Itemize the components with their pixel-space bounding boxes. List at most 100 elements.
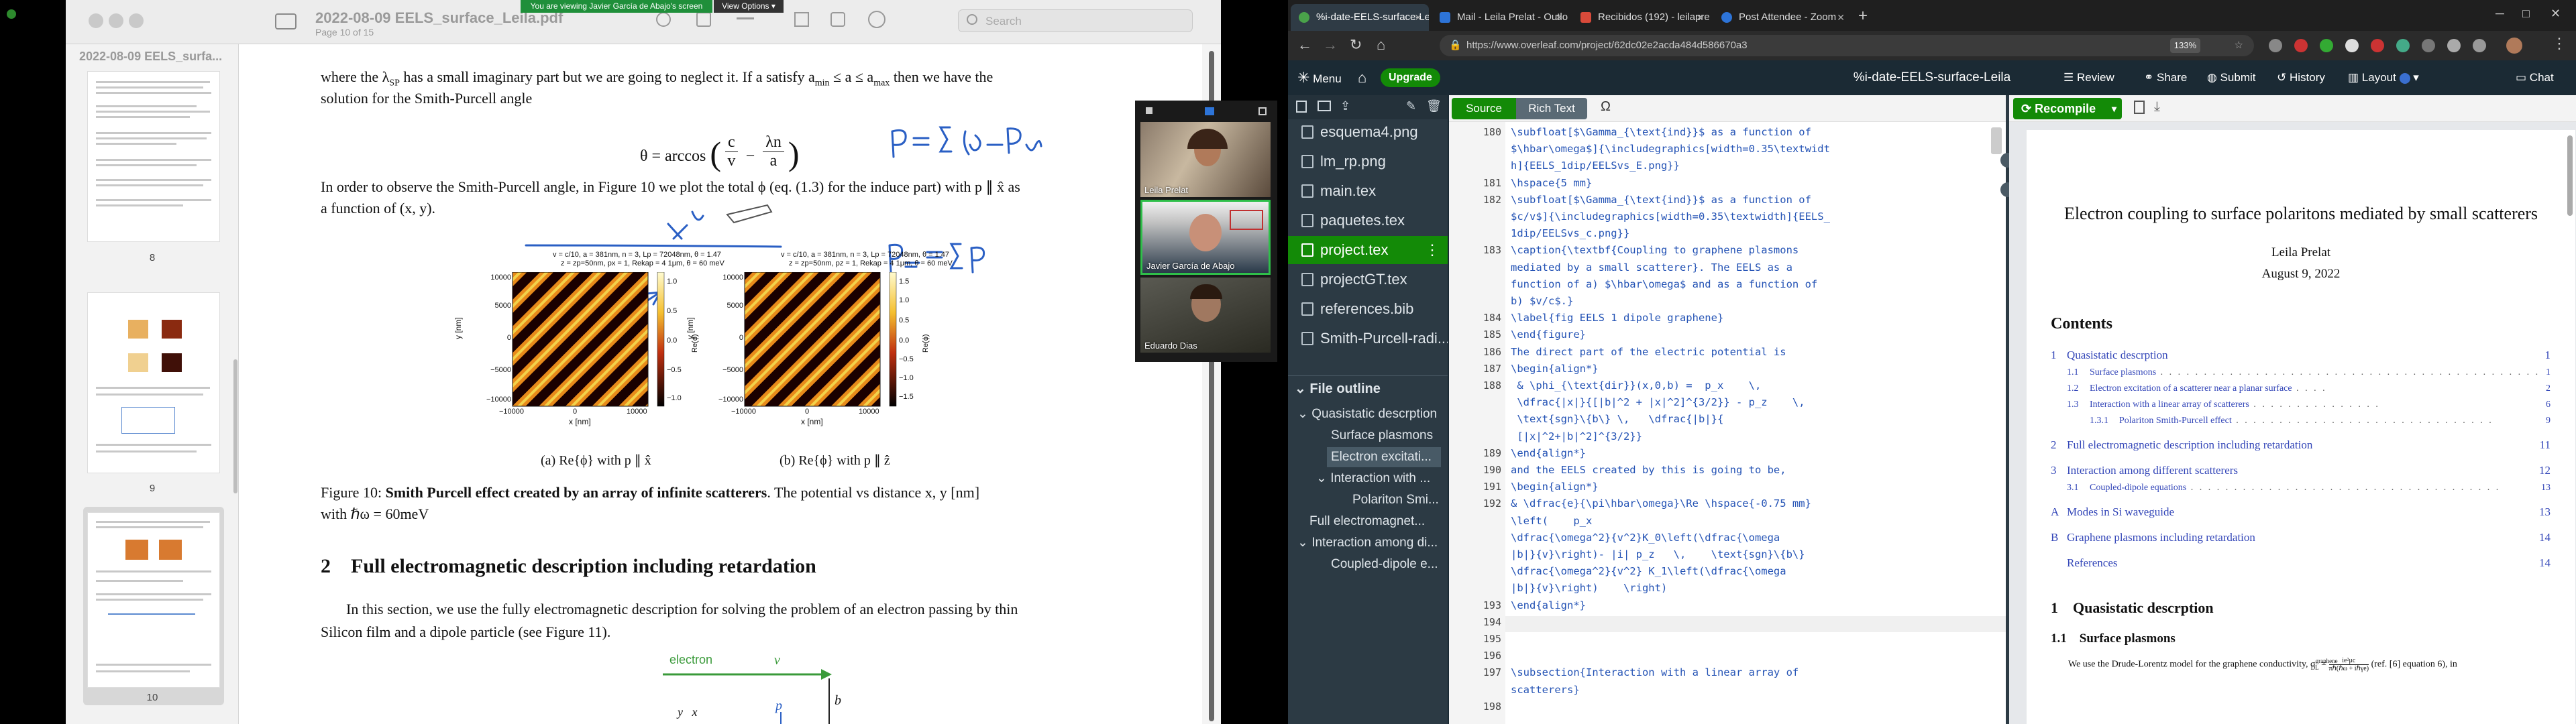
toc-entry[interactable]: A Modes in Si waveguide 13 [2051,505,2551,519]
participant-video-javier[interactable]: Javier García de Abajo [1140,200,1271,275]
view-logs-icon[interactable] [2134,101,2145,114]
toc-entry[interactable]: 1.2 Electron excitation of a scatterer ne… [2051,383,2551,394]
download-pdf-icon[interactable]: ⤓ [2154,99,2160,115]
participant-video-eduardo[interactable]: Eduardo Dias [1140,278,1271,353]
page-thumbnail-10[interactable] [87,512,220,688]
home-icon[interactable]: ⌂ [1377,36,1385,54]
new-tab-button[interactable]: + [1858,7,1868,25]
code-line[interactable]: mediated by a small scatterer}. The EELS… [1511,261,2000,274]
extension-icon[interactable] [2345,39,2359,52]
code-line[interactable] [1505,615,2006,632]
close-tab-icon[interactable]: ✕ [1414,4,1422,31]
tab-gmail[interactable]: Recibidos (192) - leilapre ✕ [1572,4,1711,31]
window-minimize-button[interactable] [109,13,123,28]
extension-icon[interactable] [2371,39,2384,52]
file-item[interactable]: main.tex [1288,177,1448,205]
share-button[interactable]: ⚭ Share [2144,60,2187,95]
url-input[interactable]: 🔒 https://www.overleaf.com/project/62dc0… [1440,35,2254,56]
history-button[interactable]: ↺ History [2277,60,2325,95]
share-icon[interactable] [696,12,711,27]
code-line[interactable]: \dfrac{|x|}{[|b|^2 + |x|^2]^{3/2}} - p_z… [1511,396,2000,408]
code-line[interactable]: & \phi_{\text{dir}}(x,0,b) = p_x \, [1511,379,2000,391]
code-line[interactable]: & \dfrac{e}{\pi\hbar\omega}\Re \hspace{-… [1511,497,2000,509]
tab-zoom[interactable]: Post Attendee - Zoom ✕ [1713,4,1851,31]
zoom-view-options-button[interactable]: View Options ▾ [714,0,784,13]
extension-icon[interactable] [2422,39,2435,52]
code-area[interactable]: 180 \subfloat[$\Gamma_{\text{ind}}$ as a … [1449,122,2006,724]
toc-entry[interactable]: B Graphene plasmons including retardation… [2051,531,2551,544]
delete-icon[interactable]: 🗑 [1426,99,1442,113]
forward-icon[interactable]: → [1323,36,1338,54]
extension-icon[interactable] [2320,39,2333,52]
file-item-selected[interactable]: project.tex ⋮ [1288,236,1448,264]
bookmark-star-icon[interactable]: ☆ [2235,35,2243,56]
participant-video-leila[interactable]: Leila Prelat [1140,122,1271,197]
extension-icon[interactable] [2473,39,2486,52]
window-maximize-icon[interactable]: □ [2522,7,2530,21]
toc-entry[interactable]: 1 Quasistatic descrption 1 [2051,349,2551,362]
tab-overleaf[interactable]: %i-date-EELS-surface-Le ✕ [1291,4,1429,31]
outline-item[interactable]: ⌄ Interaction with ... [1316,469,1430,489]
rename-icon[interactable]: ✎ [1406,99,1416,113]
extension-icon[interactable] [2396,39,2410,52]
back-icon[interactable]: ← [1297,36,1312,54]
chat-button[interactable]: ▭ Chat [2516,60,2554,95]
code-line[interactable]: b) $v/c$.} [1511,295,2000,307]
review-button[interactable]: ☰ Review [2063,60,2114,95]
upload-icon[interactable]: ⇪ [1340,99,1350,113]
profile-avatar[interactable] [2506,38,2522,54]
toc-entry[interactable]: 3.1 Coupled-dipole equations . . . . . . … [2051,483,2551,493]
outline-item-selected[interactable]: Electron excitati... [1327,447,1441,467]
toc-entry[interactable]: 3 Interaction among different scatterers 1… [2051,464,2551,477]
code-line[interactable]: \dfrac{\omega^2}{v^2}K_0\left(\dfrac{\om… [1511,532,2000,544]
gallery-view-icon[interactable] [1205,107,1214,115]
code-line[interactable]: \end{align*} [1511,447,2000,459]
close-tab-icon[interactable]: ✕ [1555,4,1563,31]
window-close-button[interactable] [89,13,103,28]
code-line[interactable]: h]{EELS_1dip/EELSvs_E.png}} [1511,160,2000,172]
code-line[interactable]: The direct part of the electric potentia… [1511,346,2000,358]
code-line[interactable]: |b|}{v}\right) \right) [1511,582,2000,594]
file-item[interactable]: esquema4.png [1288,118,1448,146]
speaker-view-icon[interactable] [1146,107,1152,114]
code-line[interactable]: \begin{align*} [1511,481,2000,493]
file-item[interactable]: Smith-Purcell-radi... [1288,324,1448,353]
rotate-icon[interactable] [830,12,845,27]
tab-outlook[interactable]: Mail - Leila Prelat - Outlo ✕ [1432,4,1570,31]
toc-entry[interactable]: References 14 [2051,556,2551,570]
file-item[interactable]: projectGT.tex [1288,265,1448,294]
code-line[interactable]: 1dip/EELSvs_c.png}} [1511,227,2000,239]
outline-item[interactable]: ⌄ Quasistatic descrption [1297,404,1437,424]
toc-entry[interactable]: 1.1 Surface plasmons . . . . . . . . . . … [2051,367,2551,378]
highlight-icon[interactable] [737,17,754,19]
submit-button[interactable]: ◍ Submit [2207,60,2256,95]
extension-icon[interactable] [2447,39,2461,52]
annotate-icon[interactable] [868,11,885,28]
outline-item[interactable]: ⌄ Interaction among di... [1297,533,1438,553]
code-line[interactable]: \begin{align*} [1511,363,2000,375]
page-thumbnail-8[interactable] [87,71,220,242]
code-line[interactable]: \left( p_x [1511,515,2000,527]
code-line[interactable]: scatterers} [1511,684,2000,696]
outline-item[interactable]: Polariton Smi... [1352,490,1439,510]
outline-item[interactable]: Surface plasmons [1331,426,1433,446]
sidebar-toggle-icon[interactable] [275,13,297,29]
markup-icon[interactable] [794,12,809,27]
minimize-gallery-icon[interactable] [1258,107,1267,115]
zoom-out-icon[interactable] [656,12,671,27]
file-item[interactable]: paquetes.tex [1288,206,1448,235]
code-line[interactable]: \subfloat[$\Gamma_{\text{ind}}$ as a fun… [1511,126,2000,138]
new-folder-icon[interactable] [1318,101,1331,111]
code-line[interactable]: function of a) $\hbar\omega$ and as a fu… [1511,278,2000,290]
code-line[interactable]: \end{align*} [1511,599,2000,611]
code-line[interactable]: \end{figure} [1511,328,2000,341]
toc-entry[interactable]: 1.3.1 Polariton Smith-Purcell effect . . … [2051,416,2551,426]
rich-text-mode-button[interactable]: Rich Text [1516,98,1587,119]
preview-scrollbar[interactable] [2567,135,2573,216]
window-zoom-button[interactable] [129,13,144,28]
file-item[interactable]: lm_rp.png [1288,147,1448,176]
code-line[interactable]: \subfloat[$\Gamma_{\text{ind}}$ as a fun… [1511,194,2000,206]
source-editor[interactable]: Source Rich Text Ω 180 \subfloat[$\Gamma_… [1449,95,2006,724]
browser-menu-icon[interactable]: ⋮ [2552,35,2567,52]
symbol-palette-button[interactable]: Ω [1601,99,1611,115]
